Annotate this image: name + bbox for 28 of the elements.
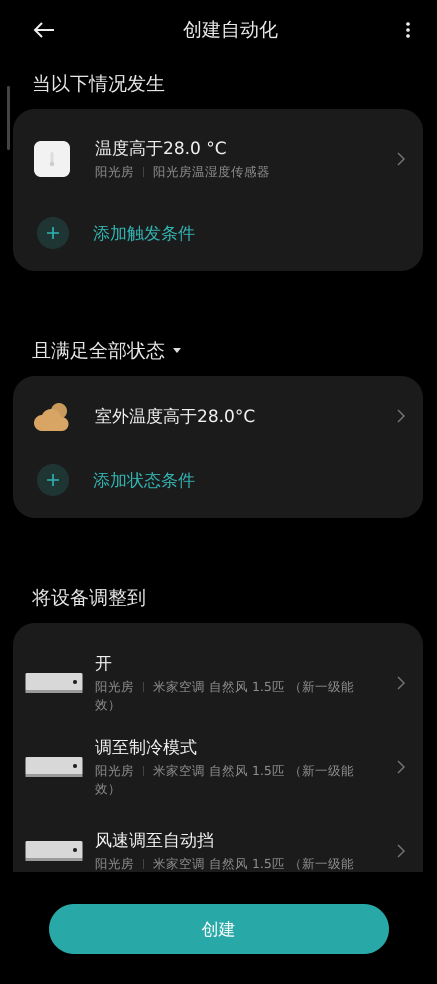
condition-title: 调至制冷模式 <box>95 736 198 759</box>
chevron-icon[interactable] <box>397 676 405 690</box>
section-title: 将设备调整到 <box>32 586 146 610</box>
scrollbar <box>7 86 10 150</box>
chevron-icon[interactable] <box>397 409 405 423</box>
add-condition-link[interactable]: 添加状态条件 <box>93 468 195 492</box>
device-location: 阳光房 阳光房温湿度传感器 <box>95 162 271 181</box>
air-conditioner-icon <box>25 672 83 694</box>
chevron-icon[interactable] <box>397 760 405 774</box>
section-title[interactable]: 且满足全部状态 <box>32 338 165 364</box>
air-conditioner-icon <box>25 756 83 778</box>
add-icon[interactable] <box>37 217 69 249</box>
page-title: 创建自动化 <box>183 18 278 43</box>
condition-title: 室外温度高于28.0°C <box>95 406 256 428</box>
device-location: 阳光房 米家空调 自然风 1.5匹 （新一级能效） <box>95 678 355 714</box>
condition-title: 温度高于28.0 °C <box>95 138 228 160</box>
caret-icon[interactable] <box>173 348 181 353</box>
add-condition-link[interactable]: 添加触发条件 <box>93 222 195 244</box>
section-title: 当以下情况发生 <box>32 72 165 96</box>
device-location: 阳光房 米家空调 自然风 1.5匹 （新一级能 <box>95 854 355 872</box>
air-conditioner-icon <box>25 840 83 862</box>
condition-title: 风速调至自动挡 <box>95 830 215 852</box>
sensor-icon <box>33 140 71 178</box>
condition-title: 开 <box>95 652 113 675</box>
chevron-icon[interactable] <box>397 844 405 858</box>
device-location: 阳光房 米家空调 自然风 1.5匹 （新一级能效） <box>95 762 355 798</box>
chevron-icon[interactable] <box>397 152 405 166</box>
add-icon[interactable] <box>37 464 69 496</box>
